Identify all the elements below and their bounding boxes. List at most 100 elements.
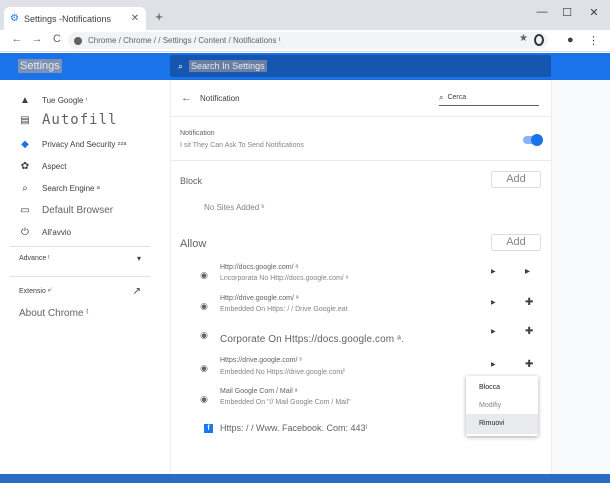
sidebar-item-you-google[interactable]: ▲ Tue Google ⁱ bbox=[18, 91, 87, 109]
site-subtitle: Lncorporata No Http://docs.google.com/ ᵃ bbox=[220, 275, 349, 282]
globe-icon: ◉ bbox=[200, 394, 208, 404]
gear-icon: ⚙ bbox=[10, 12, 19, 24]
settings-header: Settings ⌕ Search In Settings bbox=[0, 53, 610, 80]
power-icon: ⏻ bbox=[21, 226, 29, 238]
sidebar-item-label: All'avvio bbox=[42, 227, 72, 237]
menu-item-remove[interactable]: Rimuovi bbox=[466, 414, 538, 434]
profile-icon[interactable]: ● bbox=[567, 34, 574, 46]
maximize-button[interactable]: ☐ bbox=[557, 6, 577, 19]
menu-item-block[interactable]: Blocca bbox=[466, 378, 538, 398]
notification-description: I sit They Can Ask To Send Notifications bbox=[180, 142, 304, 149]
back-button[interactable]: ← bbox=[10, 33, 24, 45]
ask-before-sending-toggle[interactable] bbox=[523, 134, 543, 146]
settings-search-input[interactable]: ⌕ Search In Settings bbox=[170, 55, 551, 77]
window-close-button[interactable]: ✕ bbox=[584, 6, 604, 19]
address-text: Chrome / Chrome / / Settings / Content /… bbox=[88, 36, 281, 45]
site-title: Https: / / Www. Facebook. Com: 443ˡ bbox=[220, 423, 367, 433]
address-bar[interactable]: Chrome / Chrome / / Settings / Content /… bbox=[68, 32, 548, 49]
page-title: Settings bbox=[18, 59, 62, 73]
sidebar-item-label: Advance ᵗ bbox=[19, 254, 50, 262]
play-arrow-icon[interactable]: ▶ bbox=[491, 361, 496, 368]
minimize-button[interactable]: — bbox=[532, 6, 552, 18]
tab-strip: ⚙ Settings -Notifications ✕ + — ☐ ✕ bbox=[0, 0, 610, 30]
sidebar-divider bbox=[10, 276, 150, 277]
site-title: Http://drive.google.com/ ᵃ bbox=[220, 295, 299, 302]
sidebar-item-label: Autofill bbox=[42, 112, 118, 128]
globe-icon: ◉ bbox=[200, 301, 208, 311]
settings-sidebar: ▲ Tue Google ⁱ ▤ Autofill ◆ Privacy And … bbox=[0, 80, 170, 474]
search-icon: ⌕ bbox=[439, 92, 444, 102]
site-title: Mail Google Com / Mail ᵃ bbox=[220, 388, 298, 395]
site-search-input[interactable]: ⌕ Cerca bbox=[439, 90, 539, 106]
extension-icon[interactable] bbox=[534, 34, 544, 46]
site-row[interactable]: ◉ Corporate On Https://docs.google.com ᵃ… bbox=[199, 324, 551, 352]
menu-icon[interactable]: ⋮ bbox=[588, 34, 599, 47]
search-icon: ⌕ bbox=[22, 182, 28, 194]
globe-icon: ◉ bbox=[200, 330, 208, 340]
person-icon: ▲ bbox=[20, 94, 30, 106]
site-title: Https://drive.google.com/ ˢ bbox=[220, 357, 302, 364]
more-icon[interactable]: ▸ bbox=[525, 266, 530, 277]
divider bbox=[171, 116, 551, 117]
new-tab-button[interactable]: + bbox=[152, 10, 166, 24]
sidebar-item-search-engine[interactable]: ⌕ Search Engine ᵃ bbox=[18, 179, 100, 197]
browser-window: ⚙ Settings -Notifications ✕ + — ☐ ✕ ← → … bbox=[0, 0, 610, 474]
search-value: Cerca bbox=[447, 94, 467, 101]
site-subtitle: Embedded On Https: / / Drive Google.eat bbox=[220, 306, 348, 313]
forward-button[interactable]: → bbox=[30, 33, 44, 45]
browser-toolbar: ← → C Chrome / Chrome / / Settings / Con… bbox=[0, 30, 610, 52]
sidebar-item-label: Extensio ⁿⁱ bbox=[19, 288, 52, 295]
puzzle-icon[interactable]: ✚ bbox=[525, 359, 533, 370]
puzzle-icon[interactable]: ✚ bbox=[525, 326, 533, 337]
chrome-icon bbox=[74, 36, 82, 45]
sidebar-item-on-startup[interactable]: ⏻ All'avvio bbox=[18, 223, 71, 241]
menu-item-edit[interactable]: Modifiy bbox=[466, 396, 538, 416]
site-subtitle: Embedded No Https://drive.google.com/ⁱ bbox=[220, 369, 346, 376]
play-arrow-icon[interactable]: ▶ bbox=[491, 268, 496, 275]
facebook-icon: f bbox=[204, 423, 213, 433]
block-title: Block bbox=[180, 176, 203, 186]
site-row[interactable]: ◉ Http://drive.google.com/ ᵃ Embedded On… bbox=[199, 295, 551, 323]
sidebar-item-label: Tue Google ⁱ bbox=[42, 95, 88, 105]
sidebar-item-label: Privacy And Security ᶻᶻᵃ bbox=[42, 139, 127, 149]
external-link-icon: ↗ bbox=[132, 285, 141, 297]
sidebar-item-autofill[interactable]: ▤ Autofill bbox=[18, 111, 117, 129]
search-icon: ⌕ bbox=[178, 60, 184, 71]
sidebar-item-extensions[interactable]: Extensio ⁿⁱ ↗ bbox=[19, 282, 141, 300]
clipboard-icon: ▤ bbox=[20, 114, 30, 126]
back-arrow-icon[interactable]: ← bbox=[181, 92, 192, 104]
site-subtitle: Embedded On "// Mail Google Com / Mail" bbox=[220, 399, 351, 406]
shield-icon: ◆ bbox=[21, 138, 29, 150]
sidebar-item-appearance[interactable]: ✿ Aspect bbox=[18, 157, 67, 175]
star-icon[interactable]: ★ bbox=[519, 33, 528, 44]
desktop-taskbar bbox=[0, 474, 610, 483]
tab-settings[interactable]: ⚙ Settings -Notifications ✕ bbox=[4, 7, 146, 30]
sidebar-item-about[interactable]: About Chrome ᵗ bbox=[19, 304, 88, 322]
sidebar-item-advanced[interactable]: Advance ᵗ ▾ bbox=[19, 249, 141, 267]
chevron-down-icon: ▾ bbox=[136, 253, 141, 263]
site-row-facebook[interactable]: f Https: / / Www. Facebook. Com: 443ˡ bbox=[204, 421, 367, 435]
block-add-button[interactable]: Add bbox=[491, 171, 541, 188]
sidebar-item-privacy[interactable]: ◆ Privacy And Security ᶻᶻᵃ bbox=[18, 135, 126, 153]
puzzle-icon[interactable]: ✚ bbox=[525, 297, 533, 308]
sidebar-item-default-browser[interactable]: ▭ Default Browser bbox=[18, 201, 113, 219]
reload-button[interactable]: C bbox=[50, 33, 64, 45]
site-row[interactable]: ◉ Http://docs.google.com/ ᵃ Lncorporata … bbox=[199, 264, 551, 292]
palette-icon: ✿ bbox=[20, 160, 30, 172]
close-icon[interactable]: ✕ bbox=[130, 13, 140, 24]
site-title: Http://docs.google.com/ ᵃ bbox=[220, 264, 299, 271]
play-arrow-icon[interactable]: ▶ bbox=[491, 328, 496, 335]
site-title-large: Corporate On Https://docs.google.com ᵃ. bbox=[220, 334, 404, 345]
allow-add-button[interactable]: Add bbox=[491, 234, 541, 251]
no-sites-text: No Sites Added ᵇ bbox=[204, 203, 265, 212]
globe-icon: ◉ bbox=[200, 363, 208, 373]
toggle-knob bbox=[531, 134, 543, 146]
play-arrow-icon[interactable]: ▶ bbox=[491, 299, 496, 306]
notifications-title: Notification bbox=[200, 94, 240, 103]
sidebar-item-label: Default Browser bbox=[42, 204, 114, 216]
sidebar-divider bbox=[10, 246, 150, 247]
browser-icon: ▭ bbox=[20, 204, 30, 216]
allow-title: Allow bbox=[180, 238, 207, 250]
divider bbox=[171, 160, 551, 161]
sidebar-item-label: About Chrome ᵗ bbox=[19, 307, 89, 319]
